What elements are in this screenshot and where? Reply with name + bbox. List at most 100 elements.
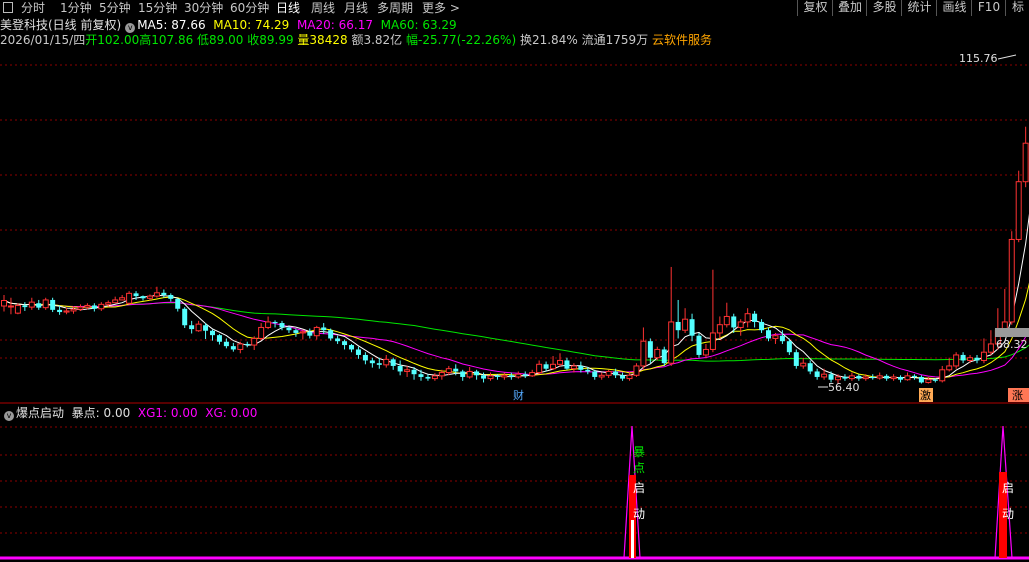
candle-body-up: [126, 292, 133, 304]
candle-body-up: [70, 308, 77, 312]
candle-body-down: [647, 341, 653, 358]
candle-body-down: [731, 316, 737, 328]
candle-body-down: [856, 375, 862, 379]
candle-body-down: [474, 371, 480, 376]
candle-body-down: [793, 352, 799, 366]
candle-body-down: [376, 363, 382, 365]
candle-body-down: [57, 309, 63, 313]
candle-body-up: [146, 295, 153, 299]
candle-body-down: [766, 330, 771, 339]
candle-body-up: [119, 297, 126, 301]
candle-body-down: [460, 371, 466, 377]
candle-body-down: [508, 375, 514, 377]
kline-chart[interactable]: 115.7656.4068.32财激涨暴点启动启动: [0, 0, 1029, 562]
candle-body-up: [682, 318, 689, 331]
candle-body-down: [494, 375, 500, 377]
candle-body-up: [626, 374, 633, 380]
candle-body-down: [592, 371, 598, 377]
candle-body-up: [258, 326, 265, 339]
candle-body-up: [744, 313, 751, 323]
candle-body-up: [953, 354, 960, 367]
candle-body-down: [932, 379, 938, 381]
candle-body-up: [63, 310, 70, 313]
candle-body-up: [557, 359, 563, 365]
candle-body-down: [661, 349, 667, 364]
candle-body-up: [251, 337, 258, 346]
candle-body-up: [153, 292, 160, 297]
candle-body-down: [564, 360, 570, 369]
candle-body-down: [22, 305, 28, 308]
candle-body-down: [397, 365, 403, 372]
candle-body-up: [640, 340, 647, 367]
candle-body-down: [578, 365, 584, 370]
candle-body-down: [272, 321, 278, 324]
candle-body-down: [696, 335, 702, 355]
candle-body-up: [501, 374, 508, 378]
candle-body-up: [904, 375, 911, 381]
candle-body-down: [168, 295, 174, 299]
candle-body-up: [835, 376, 841, 381]
high-price-pointer: [997, 54, 1017, 60]
candle-body-down: [355, 349, 361, 355]
candle-body-up: [28, 301, 35, 308]
candle-body-down: [362, 354, 368, 361]
candle-body-up: [723, 315, 730, 326]
candle-body-up: [313, 326, 320, 337]
candle-body-down: [453, 368, 459, 372]
candle-body-up: [939, 369, 946, 382]
candle-body-down: [842, 376, 848, 379]
candle-body-up: [1, 300, 7, 307]
candle-body-up: [1022, 142, 1029, 183]
candle-body-up: [876, 375, 883, 379]
candle-body-up: [536, 363, 543, 374]
candle-body-down: [140, 296, 146, 299]
candle-body-up: [925, 379, 932, 383]
candle-body-up: [598, 374, 605, 378]
candle-body-up: [1008, 238, 1015, 323]
current-price-label: 68.32: [996, 338, 1028, 351]
candle-body-up: [438, 372, 445, 377]
candle-body-down: [133, 293, 139, 297]
candle-body-up: [967, 357, 974, 361]
candle-body-up: [112, 299, 119, 304]
candle-body-down: [613, 371, 619, 376]
candle-body-down: [335, 338, 341, 342]
ma60-line: [3, 300, 1029, 362]
candle-body-up: [299, 331, 306, 334]
candle-body-down: [286, 327, 292, 331]
candle-body-down: [752, 313, 758, 322]
candle-body-up: [77, 306, 84, 310]
finance-marker: 财: [513, 388, 524, 402]
candle-body-down: [210, 330, 215, 336]
candle-body-down: [216, 335, 222, 342]
candle-body-down: [293, 330, 299, 333]
candle-body-up: [737, 321, 744, 328]
candle-body-up: [237, 343, 244, 350]
candle-body-up: [98, 303, 105, 310]
candle-body-down: [328, 330, 334, 339]
candle-body-down: [342, 341, 348, 346]
candle-body-down: [50, 299, 56, 310]
candle-body-up: [709, 332, 716, 350]
candle-body-up: [605, 370, 612, 376]
qidong-label: 启: [1002, 481, 1014, 495]
candle-body-up: [487, 375, 494, 380]
candle-body-up: [654, 348, 661, 359]
candle-body-down: [807, 363, 813, 372]
candle-body-down: [960, 354, 966, 361]
qidong-label: 启: [633, 481, 645, 495]
limit-up-marker: 涨: [1012, 389, 1023, 402]
candle-body-down: [974, 357, 980, 361]
candle-body-up: [445, 368, 452, 374]
candle-body-up: [7, 305, 14, 308]
candle-body-up: [195, 323, 202, 332]
candle-body-up: [862, 376, 869, 380]
candle-body-down: [884, 375, 890, 379]
baodian-label: 点: [633, 461, 645, 475]
candle-body-down: [918, 376, 924, 383]
candle-body-up: [431, 375, 438, 380]
candle-body-down: [689, 319, 695, 336]
candle-body-down: [522, 374, 528, 376]
candle-body-up: [890, 376, 897, 380]
candle-body-down: [870, 376, 876, 379]
